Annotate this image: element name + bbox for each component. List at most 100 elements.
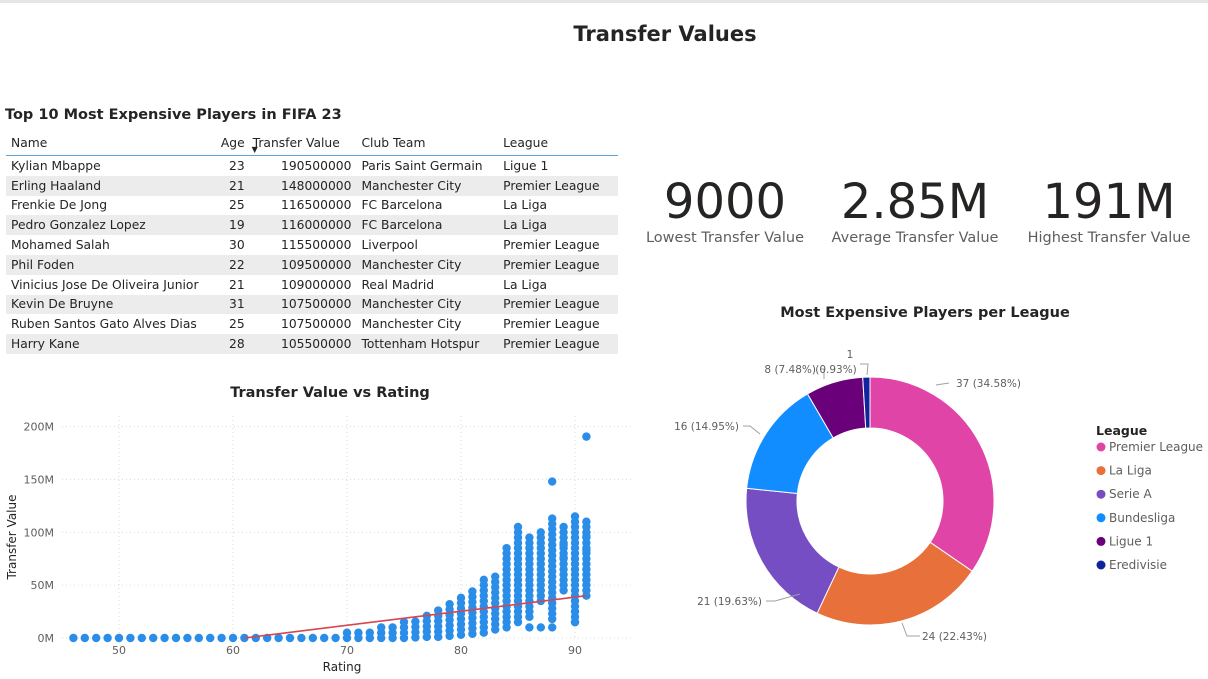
scatter-point[interactable] [308, 633, 317, 643]
cell-name: Ruben Santos Gato Alves Dias [11, 317, 197, 332]
kpi-card-lowest[interactable]: 9000 Lowest Transfer Value [640, 174, 810, 246]
cell-name: Harry Kane [6, 334, 204, 354]
scatter-point[interactable] [548, 623, 557, 632]
scatter-chart[interactable]: 0M 50M 100M 150M 200M 50 60 70 80 90 Rating Transfe… [0, 404, 640, 679]
scatter-point[interactable] [160, 633, 169, 643]
donut-chart-title: Most Expensive Players per League [780, 305, 1070, 321]
scatter-point[interactable] [582, 565, 591, 574]
kpi-card-highest[interactable]: 191M Highest Transfer Value [1024, 174, 1194, 246]
donut-leader-line [743, 425, 761, 435]
scatter-point[interactable] [582, 517, 591, 526]
table-row[interactable]: Frenkie De Jong 25 116500000 FC Barcelona La… [6, 196, 618, 216]
scatter-point[interactable] [206, 633, 215, 643]
x-tick-label: 50 [112, 644, 126, 657]
scatter-point[interactable] [411, 617, 420, 626]
column-header-transfer-value[interactable]: Transfer Value ▼ [249, 130, 357, 156]
scatter-point[interactable] [502, 543, 511, 553]
column-header-club-team[interactable]: Club Team [356, 130, 499, 156]
cell-age: 30 [229, 238, 245, 253]
scatter-point[interactable] [183, 633, 192, 643]
scatter-point[interactable] [377, 623, 386, 632]
scatter-point[interactable] [285, 633, 295, 643]
scatter-point[interactable] [274, 633, 283, 643]
scatter-point[interactable] [320, 633, 329, 643]
top-divider [0, 0, 1208, 3]
legend-item[interactable]: Bundesliga [1109, 511, 1175, 525]
scatter-point[interactable] [468, 587, 477, 596]
column-header-name[interactable]: Name [6, 130, 204, 156]
scatter-point[interactable] [525, 623, 534, 632]
scatter-point[interactable] [548, 514, 557, 523]
legend-item[interactable]: Ligue 1 [1109, 534, 1153, 548]
scatter-point[interactable] [525, 533, 534, 542]
donut-chart[interactable]: 37 (34.58%) 24 (22.43%) 21 (19.63%) 16 (14.… [648, 339, 1208, 679]
scatter-point[interactable] [559, 522, 568, 532]
table-row[interactable]: Vinicius Jose De Oliveira Junior 21 109000… [6, 275, 618, 295]
table-row[interactable]: Mohamed Salah 30 115500000 Liverpool Premier… [6, 235, 618, 255]
donut-slice-serie-a[interactable] [745, 487, 840, 614]
cell-club-team: Manchester City [356, 254, 499, 275]
scatter-point[interactable] [479, 575, 488, 585]
scatter-point[interactable] [536, 528, 545, 537]
kpi-value: 2.85M [840, 174, 990, 230]
scatter-point[interactable] [103, 633, 112, 643]
x-tick-label: 70 [340, 644, 354, 657]
scatter-point[interactable] [570, 512, 580, 521]
scatter-point[interactable] [217, 633, 226, 643]
table-row[interactable]: Erling Haaland 21 148000000 Manchester City… [6, 175, 618, 196]
scatter-point[interactable] [536, 623, 545, 632]
cell-transfer-value: 109500000 [249, 254, 357, 275]
legend-item[interactable]: Eredivisie [1109, 558, 1167, 572]
scatter-point[interactable] [228, 633, 238, 643]
scatter-point[interactable] [69, 633, 78, 643]
kpi-card-average[interactable]: 2.85M Average Transfer Value [826, 174, 1004, 246]
scatter-point[interactable] [456, 593, 466, 603]
scatter-point[interactable] [570, 617, 580, 627]
scatter-point[interactable] [126, 633, 135, 643]
scatter-point[interactable] [137, 633, 146, 643]
y-tick-label: 150M [24, 473, 55, 486]
scatter-point[interactable] [548, 477, 557, 486]
legend-item[interactable]: Serie A [1109, 487, 1152, 501]
donut-slice-premier-league[interactable] [869, 376, 995, 572]
scatter-point[interactable] [559, 553, 568, 562]
scatter-point[interactable] [582, 432, 591, 441]
table-row[interactable]: Phil Foden 22 109500000 Manchester City Prem… [6, 254, 618, 275]
scatter-point[interactable] [354, 628, 363, 637]
legend-item[interactable]: Premier League [1109, 440, 1203, 454]
scatter-point[interactable] [171, 633, 181, 643]
scatter-point[interactable] [365, 628, 374, 637]
table-row[interactable]: Kylian Mbappe 23 190500000 Paris Saint Germ… [6, 156, 618, 176]
table-row[interactable]: Harry Kane 28 105500000 Tottenham Hotspur Pr… [6, 334, 618, 354]
scatter-point[interactable] [513, 522, 523, 532]
scatter-point[interactable] [582, 575, 591, 585]
scatter-point[interactable] [582, 546, 591, 555]
scatter-point[interactable] [491, 572, 500, 581]
cell-club-team: Tottenham Hotspur [356, 334, 499, 354]
cell-name: Frenkie De Jong [11, 198, 108, 213]
scatter-point[interactable] [114, 633, 124, 643]
scatter-point[interactable] [149, 633, 158, 643]
cell-age: 31 [203, 294, 250, 315]
column-header-age[interactable]: Age [203, 130, 250, 156]
scatter-point[interactable] [342, 628, 352, 637]
table-row[interactable]: Pedro Gonzalez Lopez 19 116000000 FC Barcel… [6, 215, 618, 236]
cell-name: Phil Foden [6, 254, 204, 275]
scatter-point[interactable] [331, 633, 340, 643]
scatter-point[interactable] [297, 633, 306, 643]
scatter-point[interactable] [194, 633, 203, 643]
scatter-point[interactable] [559, 540, 568, 550]
scatter-point[interactable] [80, 633, 90, 643]
scatter-point[interactable] [92, 633, 101, 643]
legend-item[interactable]: La Liga [1109, 464, 1152, 478]
scatter-point[interactable] [388, 623, 397, 632]
column-header-league[interactable]: League [498, 130, 618, 156]
y-tick-label: 100M [24, 526, 55, 539]
table-row[interactable]: Ruben Santos Gato Alves Dias 25 107500000 M… [6, 314, 618, 334]
table-row[interactable]: Kevin De Bruyne 31 107500000 Manchester Cit… [6, 294, 618, 315]
scatter-point[interactable] [445, 599, 454, 609]
cell-transfer-value: 105500000 [249, 334, 357, 354]
scatter-point[interactable] [582, 532, 591, 541]
scatter-point[interactable] [251, 633, 260, 643]
donut-slice-la-liga[interactable] [816, 541, 973, 626]
